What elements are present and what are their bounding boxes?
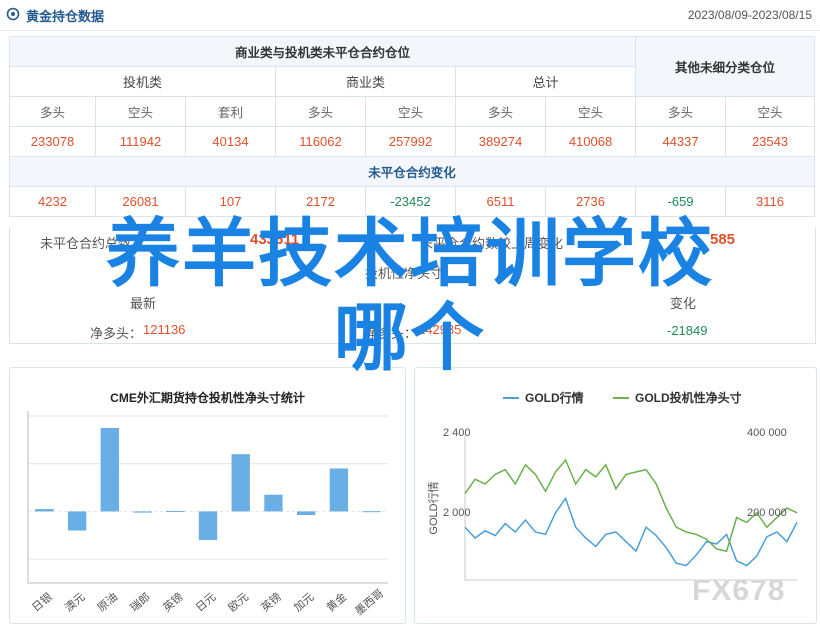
table-cell: 116062 — [275, 126, 366, 157]
net-position-bar-chart: 日银 澳元 原油 瑞郎 英镑 日元 欧元 英镑 加元 黄金 墨西哥 — [27, 411, 388, 618]
table-cell: 257992 — [365, 126, 456, 157]
group-title: 商业类与投机类未平仓合约仓位 — [8, 36, 637, 67]
bar — [100, 427, 119, 512]
overlay-caption: 养羊技术培训学校 哪个 — [0, 212, 820, 380]
bar — [231, 454, 250, 512]
col-label: 套利 — [185, 96, 276, 127]
legend-label: GOLD行情 — [525, 390, 584, 405]
overlay-line2: 哪个 — [334, 295, 486, 381]
table-cell: 410068 — [544, 126, 637, 157]
bar — [35, 509, 54, 512]
bar — [297, 511, 316, 516]
col-label: 空头 — [544, 96, 637, 127]
legend-label: GOLD投机性净头寸 — [635, 390, 742, 405]
table-cell: 233078 — [9, 126, 96, 157]
col-label: 多头 — [275, 96, 366, 127]
y-left-tick: 2 000 — [443, 507, 471, 519]
x-tick-label: 英镑 — [258, 590, 284, 615]
col-label-row: 多头 空头 套利 多头 空头 多头 空头 多头 空头 — [9, 96, 816, 127]
table-cell: 40134 — [185, 126, 276, 157]
cme-net-position-panel: CME外汇期货持仓投机性净头寸统计 日银 澳元 原油 瑞郎 英镑 日元 欧元 英镑 加元 黄金 墨西… — [9, 367, 406, 624]
col-label: 多头 — [9, 96, 96, 127]
watermark: FX678 — [692, 574, 786, 607]
page-header: 黄金持仓数据 2023/08/09-2023/08/15 — [0, 0, 820, 31]
x-tick-label: 瑞郎 — [127, 590, 153, 615]
bar — [133, 511, 152, 513]
col-label: 空头 — [365, 96, 456, 127]
open-interest-row: 233078 111942 40134 116062 257992 389274… — [9, 126, 816, 157]
x-tick-label: 加元 — [291, 590, 316, 614]
other-title: 其他未细分类仓位 — [635, 36, 816, 97]
y-right-tick: 400 000 — [747, 427, 787, 439]
bar — [198, 511, 218, 541]
bar — [166, 510, 185, 512]
x-tick-label: 欧元 — [226, 590, 251, 614]
group-speculative: 投机类 — [9, 66, 276, 97]
x-tick-label: 日银 — [29, 590, 55, 615]
x-tick-label: 原油 — [94, 590, 120, 615]
table-cell: 44337 — [635, 126, 727, 157]
page-title: 黄金持仓数据 — [26, 9, 105, 24]
y-left-tick: 2 400 — [443, 427, 471, 439]
y-axis-label: GOLD行情 — [427, 481, 440, 534]
col-label: 多头 — [635, 96, 727, 127]
bar — [329, 468, 349, 512]
overlay-line1: 养羊技术培训学校 — [106, 211, 714, 297]
table-cell: 111942 — [95, 126, 186, 157]
col-label: 空头 — [725, 96, 816, 127]
group-commercial: 商业类 — [275, 66, 456, 97]
x-tick-label: 澳元 — [62, 590, 87, 614]
change-title: 未平仓合约变化 — [8, 156, 816, 187]
bar — [362, 511, 381, 513]
table-cell: 23543 — [725, 126, 816, 157]
positions-table: 商业类与投机类未平仓合约仓位 其他未细分类仓位 投机类 商业类 总计 多头 空头… — [8, 36, 816, 217]
col-label: 多头 — [455, 96, 546, 127]
x-tick-label: 墨西哥 — [353, 587, 387, 618]
bar — [67, 511, 87, 531]
gear-icon — [6, 7, 20, 21]
bar — [264, 494, 283, 512]
group-total: 总计 — [454, 66, 637, 97]
date-range: 2023/08/09-2023/08/15 — [687, 8, 812, 22]
x-tick-label: 黄金 — [323, 590, 349, 615]
col-label: 空头 — [95, 96, 186, 127]
x-tick-label: 英镑 — [160, 590, 186, 615]
series-line — [464, 458, 798, 553]
table-cell: 389274 — [455, 126, 546, 157]
y-right-tick: 200 000 — [747, 507, 787, 519]
x-tick-label: 日元 — [194, 591, 219, 614]
